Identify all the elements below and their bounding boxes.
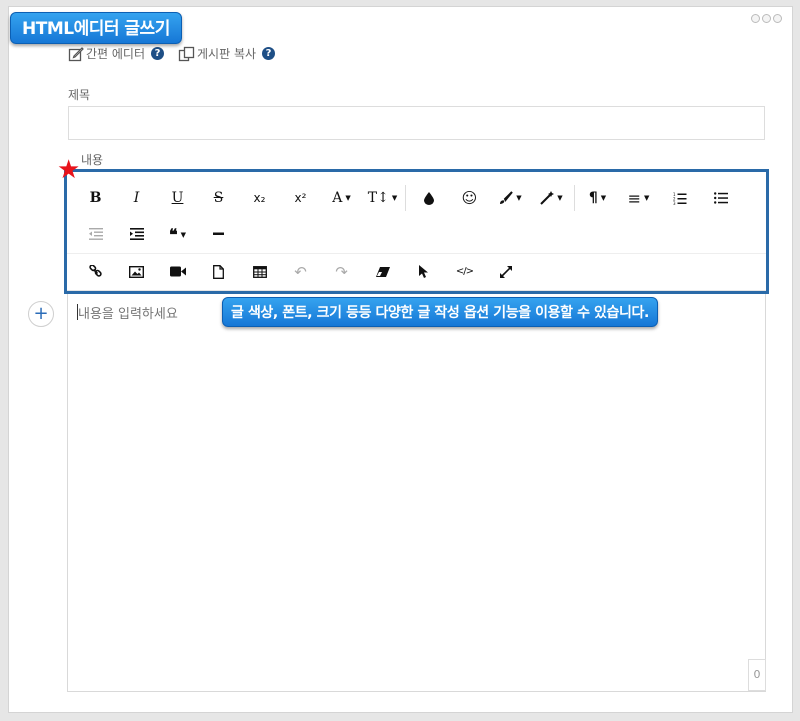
highlight-brush-dropdown[interactable]: ▼ [490,183,531,213]
insert-file-button[interactable] [198,257,239,287]
toolbar-divider [574,185,575,211]
simple-editor-link[interactable]: 간편 에디터 ? [68,45,165,62]
undo-button[interactable]: ↶ [280,257,321,287]
outdent-button[interactable] [75,219,116,249]
copy-icon [178,46,195,61]
table-icon [252,265,267,278]
code-view-button[interactable]: </> [444,257,485,287]
image-icon [129,265,144,278]
caret-down-icon: ▼ [345,194,351,202]
superscript-button[interactable]: x² [280,183,321,213]
caret-down-icon: ▼ [516,194,522,202]
add-block-button[interactable]: + [28,301,54,327]
cursor-pointer-icon [418,264,428,278]
paragraph-dropdown[interactable]: ¶ ▼ [577,183,618,213]
expand-icon [499,265,512,278]
caret-down-icon: ▼ [557,194,563,202]
ordered-list-icon: 123 [673,192,686,205]
simple-editor-label: 간편 에디터 [86,47,146,61]
magic-wand-icon [540,191,555,205]
insert-video-button[interactable] [157,257,198,287]
caret-down-icon: ▼ [600,194,607,202]
insert-link-button[interactable] [75,257,116,287]
italic-button[interactable]: I [116,183,157,213]
underline-button[interactable]: U [157,183,198,213]
text-color-button[interactable] [408,183,449,213]
link-icon [89,265,102,277]
insert-image-button[interactable] [116,257,157,287]
help-icon[interactable]: ? [262,47,276,60]
font-family-dropdown[interactable]: A ▼ [321,183,362,213]
horizontal-rule-icon [213,232,224,235]
window-dot-icon[interactable] [762,14,771,23]
subscript-button[interactable]: x₂ [239,183,280,213]
window-dot-icon[interactable] [751,14,760,23]
droplet-icon [423,191,434,205]
toolbar-divider [405,185,406,211]
board-copy-label: 게시판 복사 [197,47,257,61]
undo-icon: ↶ [294,262,307,281]
help-icon[interactable]: ? [151,47,165,60]
smile-icon: ☺ [461,189,478,207]
toolbar-row-indent: ❝ ▼ [67,216,766,252]
unordered-list-button[interactable] [700,183,741,213]
outdent-icon [88,228,103,240]
toolbar-row-insert: ↶ ↷ </> [67,253,766,289]
file-icon [213,264,224,279]
redo-button[interactable]: ↷ [321,257,362,287]
redo-icon: ↷ [335,262,348,281]
brush-icon [500,191,514,204]
ordered-list-button[interactable]: 123 [659,183,700,213]
svg-text:3: 3 [673,201,676,205]
clear-format-button[interactable] [362,257,403,287]
window-controls [751,14,782,23]
emoji-button[interactable]: ☺ [449,183,490,213]
unordered-list-icon [713,192,728,204]
caret-down-icon: ▼ [180,229,186,239]
indent-icon [129,228,144,240]
align-dropdown[interactable]: ≡ ▼ [618,183,659,213]
title-input[interactable] [68,106,765,140]
star-marker-icon: ★ [57,155,81,185]
page-title-badge: HTML에디터 글쓰기 [10,12,182,44]
eraser-icon [375,266,390,277]
window-dot-icon[interactable] [773,14,782,23]
video-camera-icon [169,266,186,277]
bold-button[interactable]: B [75,183,116,213]
content-label: 내용 [81,153,104,167]
select-button[interactable] [403,257,444,287]
editor-toolbar: B I U S x₂ x² A▼ T↕▼ ☺ ▼ ▼ ¶▼ ≡▼ 123 [67,172,766,291]
insert-table-button[interactable] [239,257,280,287]
toolbar-row-format: B I U S x₂ x² A ▼ T↕ ▼ ☺ ▼ ▼ ¶ ▼ ≡ ▼ 123 [67,180,766,216]
editor-mode-bar: 간편 에디터 ? 게시판 복사 ? [68,45,289,62]
indent-button[interactable] [116,219,157,249]
caret-down-icon: ▼ [391,194,398,202]
toolbar-tooltip-callout: 글 색상, 폰트, 크기 등등 다양한 글 작성 옵션 기능을 이용할 수 있습… [222,297,658,327]
content-textarea[interactable] [78,303,748,673]
char-counter: 0 [748,659,766,691]
font-size-dropdown[interactable]: T↕ ▼ [362,183,403,213]
magic-style-dropdown[interactable]: ▼ [531,183,572,213]
caret-down-icon: ▼ [644,194,650,202]
board-copy-link[interactable]: 게시판 복사 ? [178,45,276,62]
blockquote-dropdown[interactable]: ❝ ▼ [157,219,198,249]
fullscreen-button[interactable] [485,257,526,287]
edit-icon [68,46,84,61]
strikethrough-button[interactable]: S [198,183,239,213]
title-label: 제목 [68,88,91,102]
horizontal-rule-button[interactable] [198,219,239,249]
